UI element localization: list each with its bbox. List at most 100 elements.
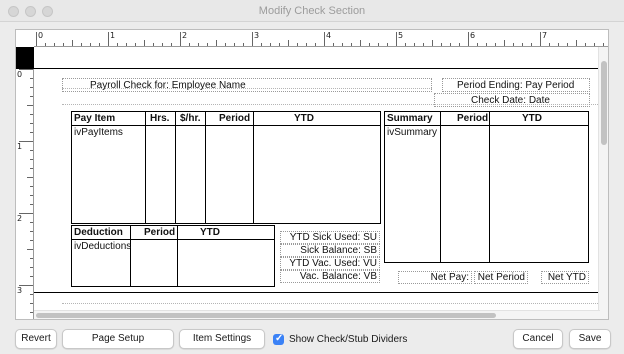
ruler-tick [504, 40, 505, 46]
header-rule [385, 125, 588, 126]
ruler-tick [594, 43, 595, 46]
pay-item-header: Pay Item [74, 113, 116, 124]
ruler-tick [468, 32, 469, 46]
column-divider [205, 112, 206, 223]
column-divider [145, 112, 146, 223]
ruler-tick [378, 43, 379, 46]
ruler-tick [279, 43, 280, 46]
ruler-tick [144, 40, 145, 46]
ruler-tick [81, 43, 82, 46]
ruler-tick [30, 231, 33, 232]
page-setup-button[interactable]: Page Setup [62, 329, 174, 349]
ruler-tick [30, 258, 33, 259]
check-layout-canvas[interactable]: Payroll Check for: Employee Name Period … [34, 47, 608, 319]
rate-header: $/hr. [180, 113, 201, 124]
cancel-button[interactable]: Cancel [513, 329, 563, 349]
net-ytd-value: Net YTD [547, 272, 586, 283]
ruler-number: 3 [17, 286, 23, 295]
revert-button[interactable]: Revert [15, 329, 57, 349]
header-rule [72, 239, 274, 240]
ruler-tick [387, 43, 388, 46]
ruler-tick [351, 43, 352, 46]
vac-balance-value: VB [363, 271, 377, 282]
ruler-tick [30, 294, 33, 295]
check-date-field[interactable]: Check Date: Date [434, 93, 590, 107]
ruler-tick [30, 123, 33, 124]
ruler-tick [30, 87, 33, 88]
payroll-check-for-field[interactable]: Payroll Check for: Employee Name [62, 78, 432, 92]
ruler-tick [522, 43, 523, 46]
horizontal-scrollbar[interactable] [34, 310, 600, 319]
ruler-tick [27, 105, 33, 106]
net-pay-label-field[interactable]: Net Pay: [398, 271, 472, 284]
net-ytd-field[interactable]: Net YTD [541, 271, 589, 284]
vac-balance-field[interactable]: Vac. Balance: VB [280, 270, 380, 283]
ruler-number: 0 [17, 70, 23, 79]
sick-balance-field[interactable]: Sick Balance: SB [280, 244, 380, 257]
ruler-tick [30, 150, 33, 151]
title-bar: Modify Check Section [0, 0, 624, 22]
deductions-table[interactable]: Deduction Period YTD ivDeductions [71, 225, 275, 287]
column-divider [440, 112, 441, 262]
sick-balance-value: SB [363, 245, 377, 256]
ruler-tick [30, 168, 33, 169]
vertical-ruler: 0 1 2 3 [16, 47, 34, 319]
ruler-tick [135, 43, 136, 46]
show-dividers-checkbox[interactable]: ✓ [273, 333, 284, 345]
ruler-tick [126, 43, 127, 46]
ruler-tick [207, 43, 208, 46]
ytd-vac-used-field[interactable]: YTD Vac. Used: VU [280, 257, 380, 270]
ruler-tick [603, 43, 604, 46]
ruler-tick [486, 43, 487, 46]
check-date-label: Check Date: [471, 95, 527, 106]
ruler-tick [30, 303, 33, 304]
period-ending-field[interactable]: Period Ending: Pay Period [442, 78, 590, 92]
item-settings-button[interactable]: Item Settings [179, 329, 265, 349]
ruler-tick [297, 43, 298, 46]
window-title: Modify Check Section [258, 5, 366, 17]
ruler-tick [477, 43, 478, 46]
summary-table[interactable]: Summary Period YTD ivSummary [384, 111, 589, 263]
ruler-tick [450, 43, 451, 46]
ruler-tick [30, 267, 33, 268]
ruler-tick [495, 43, 496, 46]
ruler-tick [360, 40, 361, 46]
checkmark-icon: ✓ [275, 333, 284, 344]
show-dividers-label: Show Check/Stub Dividers [289, 334, 408, 345]
ytd-header: YTD [294, 113, 314, 124]
ruler-tick [30, 159, 33, 160]
vertical-scrollbar[interactable] [598, 47, 608, 319]
ruler-section-marker [16, 47, 34, 69]
ruler-tick [315, 43, 316, 46]
net-period-value: Net Period [477, 272, 525, 283]
summary-variable: ivSummary [387, 127, 438, 138]
column-divider [130, 226, 131, 286]
net-period-field[interactable]: Net Period [474, 271, 528, 284]
ruler-tick [30, 222, 33, 223]
ruler-tick [306, 43, 307, 46]
ruler-tick [30, 240, 33, 241]
hrs-header: Hrs. [150, 113, 170, 124]
summary-ytd-header: YTD [522, 113, 542, 124]
deduction-ytd-header: YTD [200, 227, 220, 238]
header-rule [72, 125, 380, 126]
layout-editor[interactable]: 0 1 2 3 4 5 6 7 0 1 2 3 Payroll Check for: Employe… [15, 29, 609, 320]
check-date-value: Date [528, 95, 550, 106]
ruler-number: 7 [542, 31, 548, 40]
ruler-tick [423, 43, 424, 46]
ruler-tick [30, 132, 33, 133]
ruler-tick [30, 204, 33, 205]
horizontal-ruler: 0 1 2 3 4 5 6 7 [34, 30, 608, 47]
pay-items-table[interactable]: Pay Item Hrs. $/hr. Period YTD ivPayItem… [71, 111, 381, 224]
vertical-scroll-thumb[interactable] [601, 61, 607, 145]
ytd-vac-used-label: YTD Vac. Used: [289, 258, 361, 269]
ruler-tick [261, 43, 262, 46]
ruler-tick [27, 177, 33, 178]
ruler-tick [441, 43, 442, 46]
ruler-tick [27, 249, 33, 250]
save-button[interactable]: Save [569, 329, 611, 349]
ruler-number: 2 [17, 214, 23, 223]
horizontal-scroll-thumb[interactable] [36, 313, 496, 318]
ytd-sick-used-value: SU [363, 232, 377, 243]
ytd-sick-used-field[interactable]: YTD Sick Used: SU [280, 231, 380, 244]
